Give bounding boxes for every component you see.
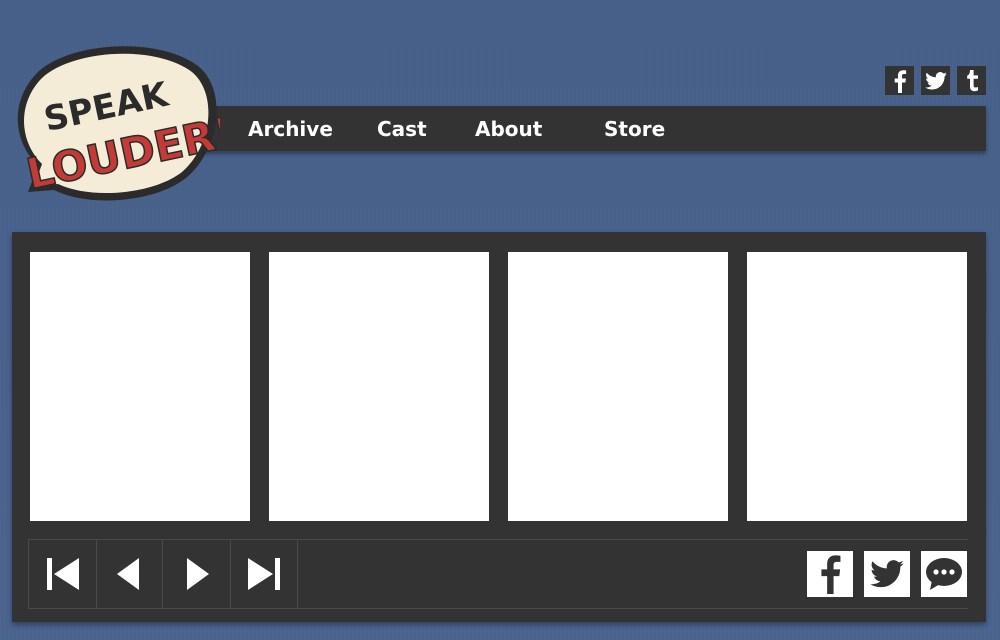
- comic-frame-1: [30, 252, 250, 521]
- share-facebook-button[interactable]: [807, 551, 853, 597]
- comment-icon: [926, 558, 962, 590]
- share-comment-button[interactable]: [921, 551, 967, 597]
- twitter-icon: [870, 560, 904, 588]
- nav-archive[interactable]: Archive: [248, 106, 333, 151]
- comic-navigation: [28, 539, 968, 609]
- twitter-icon[interactable]: [921, 66, 950, 95]
- comic-frame-4: [747, 252, 967, 521]
- next-comic-button[interactable]: [163, 540, 231, 608]
- tumblr-icon[interactable]: [957, 66, 986, 95]
- skip-last-icon: [247, 558, 280, 590]
- previous-icon: [116, 558, 139, 590]
- main-nav: Archive Cast About Store: [196, 106, 986, 151]
- comic-viewer: [12, 232, 986, 622]
- nav-store[interactable]: Store: [604, 106, 665, 151]
- previous-comic-button[interactable]: [95, 540, 163, 608]
- nav-cast[interactable]: Cast: [377, 106, 427, 151]
- first-comic-button[interactable]: [28, 540, 97, 608]
- comic-frame-3: [508, 252, 728, 521]
- facebook-icon: [821, 555, 841, 594]
- header-social-links: [885, 66, 986, 95]
- next-icon: [186, 558, 209, 590]
- skip-first-icon: [46, 558, 79, 590]
- last-comic-button[interactable]: [230, 540, 298, 608]
- nav-about[interactable]: About: [475, 106, 542, 151]
- share-twitter-button[interactable]: [864, 551, 910, 597]
- comic-frame-2: [269, 252, 489, 521]
- site-logo[interactable]: SPEAK LOUDER!: [8, 40, 220, 210]
- facebook-icon[interactable]: [885, 66, 914, 95]
